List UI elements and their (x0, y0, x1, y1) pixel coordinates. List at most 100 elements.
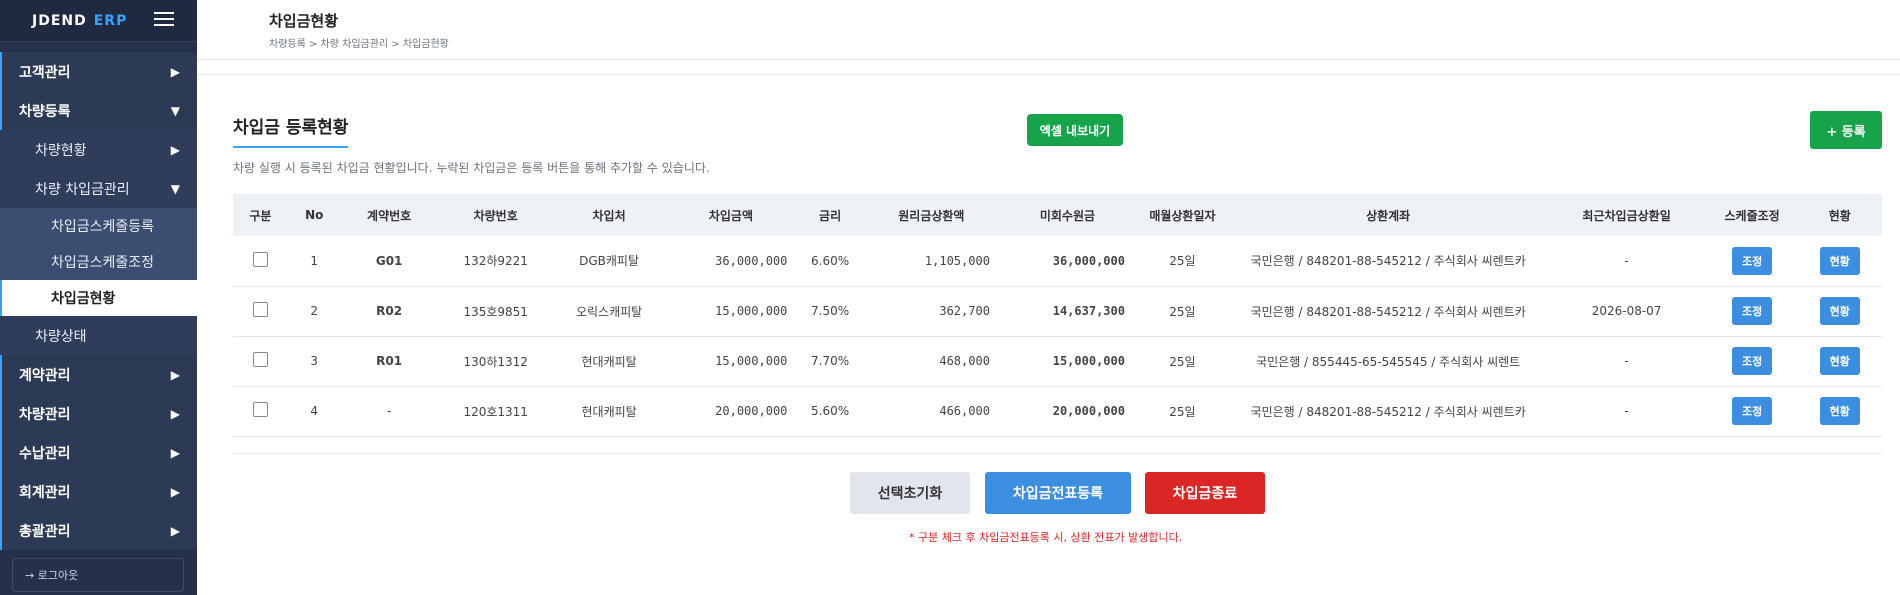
sidebar: JDEND ERP 고객관리 ▶ 차량등록 ▼ 차량현황 ▶ 차량 차입금관리 … (0, 0, 197, 595)
sidebar-item-label: 차량상태 (35, 328, 87, 345)
main-content: 차입금현황 차량등록 > 차량 차입금관리 > 차입금현황 차입금 등록현황 차… (197, 0, 1900, 595)
end-loan-button[interactable]: 차입금종료 (1145, 472, 1265, 514)
sidebar-item-label: 차량등록 (19, 103, 71, 120)
cell-day: 25일 (1134, 236, 1230, 287)
sidebar-item-general[interactable]: 총괄관리 ▶ (0, 511, 197, 550)
sidebar-item-loan-schedule-adjust[interactable]: 차입금스케줄조정 (0, 244, 197, 280)
col-header: 스케줄조정 (1706, 194, 1798, 236)
cell-repay: 1,105,000 (862, 236, 1000, 287)
sidebar-item-label: 고객관리 (19, 64, 71, 81)
row-select-cell (233, 236, 288, 287)
sidebar-item-accounting[interactable]: 회계관리 ▶ (0, 472, 197, 511)
row-checkbox[interactable] (252, 302, 268, 317)
excel-export-button[interactable]: 엑셀 내보내기 (1027, 114, 1123, 146)
adjust-cell: 조정 (1706, 336, 1798, 387)
reset-selection-button[interactable]: 선택초기화 (850, 472, 970, 514)
contract-link[interactable]: R02 (340, 286, 438, 337)
row-select-cell (233, 336, 288, 387)
col-header: No (287, 194, 341, 236)
cell-no: 3 (287, 336, 341, 387)
table-row: 1 G01 132하9221 DGB캐피탈 36,000,000 6.60% 1… (233, 236, 1882, 287)
status-cell: 현황 (1797, 386, 1882, 437)
row-checkbox[interactable] (252, 402, 268, 417)
sidebar-item-label: 차량관리 (19, 406, 71, 423)
sidebar-item-label: 총괄관리 (19, 523, 71, 540)
sidebar-item-loan-schedule-register[interactable]: 차입금스케줄등록 (0, 208, 197, 244)
cell-account: 국민은행 / 848201-88-545212 / 주식회사 씨렌트카 (1229, 236, 1547, 287)
status-cell: 현황 (1797, 236, 1882, 287)
caret-down-icon: ▼ (170, 181, 180, 196)
col-header: 차입처 (553, 194, 665, 236)
cell-car-number: 130하1312 (437, 336, 554, 387)
sidebar-item-vehicle-state[interactable]: 차량상태 (0, 316, 197, 355)
adjust-button[interactable]: 조정 (1732, 246, 1773, 275)
sidebar-item-label: 차량 차입금관리 (35, 181, 130, 198)
cell-amount: 15,000,000 (664, 336, 798, 387)
cell-day: 25일 (1134, 286, 1230, 337)
caret-right-icon: ▶ (170, 484, 180, 499)
cell-account: 국민은행 / 848201-88-545212 / 주식회사 씨렌트카 (1229, 286, 1547, 337)
caret-right-icon: ▶ (170, 367, 180, 382)
adjust-button[interactable]: 조정 (1732, 347, 1773, 375)
register-voucher-button[interactable]: 차입금전표등록 (985, 472, 1131, 514)
cell-lender: 현대캐피탈 (553, 386, 665, 437)
sidebar-item-customer[interactable]: 고객관리 ▶ (0, 52, 197, 91)
cell-no: 4 (287, 386, 341, 437)
add-button[interactable]: + 등록 (1810, 111, 1882, 149)
cell-lender: 오릭스캐피탈 (553, 286, 665, 337)
divider (197, 74, 1900, 75)
cell-rate: 7.70% (797, 336, 863, 387)
sidebar-item-vehicle-status[interactable]: 차량현황 ▶ (0, 130, 197, 169)
sidebar-nav: 고객관리 ▶ 차량등록 ▼ 차량현황 ▶ 차량 차입금관리 ▼ 차입금스케줄등록… (0, 42, 197, 550)
table-row: 3 R01 130하1312 현대캐피탈 15,000,000 7.70% 46… (233, 336, 1882, 387)
cell-rate: 7.50% (797, 286, 863, 337)
sidebar-item-vehicle-management[interactable]: 차량관리 ▶ (0, 394, 197, 433)
caret-right-icon: ▶ (170, 445, 180, 460)
cell-recent: - (1546, 386, 1707, 437)
contract-link[interactable]: G01 (340, 236, 438, 287)
col-header: 최근차입금상환일 (1546, 194, 1707, 236)
table-row: 4 - 120호1311 현대캐피탈 20,000,000 5.60% 466,… (233, 386, 1882, 437)
sidebar-item-label: 차입금현황 (51, 291, 116, 307)
adjust-button[interactable]: 조정 (1732, 397, 1773, 425)
sidebar-item-loan-status[interactable]: 차입금현황 (0, 280, 197, 316)
adjust-button[interactable]: 조정 (1732, 297, 1773, 325)
status-cell: 현황 (1797, 336, 1882, 387)
status-button[interactable]: 현황 (1819, 246, 1860, 275)
row-checkbox[interactable] (252, 352, 268, 367)
sidebar-item-collection[interactable]: 수납관리 ▶ (0, 433, 197, 472)
sidebar-item-vehicle-registration[interactable]: 차량등록 ▼ (0, 91, 197, 130)
cell-recent: - (1546, 236, 1707, 287)
cell-amount: 36,000,000 (664, 236, 798, 287)
status-button[interactable]: 현황 (1819, 297, 1860, 325)
divider (233, 453, 1882, 454)
col-header: 미회수원금 (999, 194, 1135, 236)
table-header-row: 구분 No 계약번호 차량번호 차입처 차입금액 금리 원리금상환액 미회수원금… (233, 194, 1882, 236)
cell-unrecovered: 20,000,000 (999, 386, 1135, 437)
cell-contract: - (340, 386, 438, 437)
logout-button[interactable]: → 로그아웃 (12, 558, 184, 592)
caret-right-icon: ▶ (170, 523, 180, 538)
adjust-cell: 조정 (1706, 236, 1798, 287)
contract-link[interactable]: R01 (340, 336, 438, 387)
col-header: 금리 (797, 194, 863, 236)
sidebar-item-contract[interactable]: 계약관리 ▶ (0, 355, 197, 394)
caret-right-icon: ▶ (170, 142, 180, 157)
table-row: 2 R02 135호9851 오릭스캐피탈 15,000,000 7.50% 3… (233, 286, 1882, 337)
sidebar-item-label: 수납관리 (19, 445, 71, 462)
cell-repay: 466,000 (862, 386, 1000, 437)
page-header: 차입금현황 차량등록 > 차량 차입금관리 > 차입금현황 (197, 0, 1900, 60)
notice-text: * 구분 체크 후 차입금전표등록 시, 상환 전표가 발생합니다. (909, 531, 1183, 544)
cell-amount: 20,000,000 (664, 386, 798, 437)
sidebar-item-label: 차입금스케줄조정 (51, 255, 155, 271)
menu-toggle-icon[interactable] (154, 12, 174, 28)
cell-day: 25일 (1134, 336, 1230, 387)
status-button[interactable]: 현황 (1819, 397, 1860, 425)
sidebar-item-loan-management[interactable]: 차량 차입금관리 ▼ (0, 169, 197, 208)
section-description: 차량 실행 시 등록된 차입금 현황입니다. 누락된 차입금은 등록 버튼을 통… (233, 161, 710, 175)
brand-name: JDEND (32, 12, 87, 29)
cell-car-number: 135호9851 (437, 286, 554, 337)
row-checkbox[interactable] (252, 251, 268, 267)
sidebar-item-label: 회계관리 (19, 484, 71, 501)
status-button[interactable]: 현황 (1819, 347, 1860, 375)
